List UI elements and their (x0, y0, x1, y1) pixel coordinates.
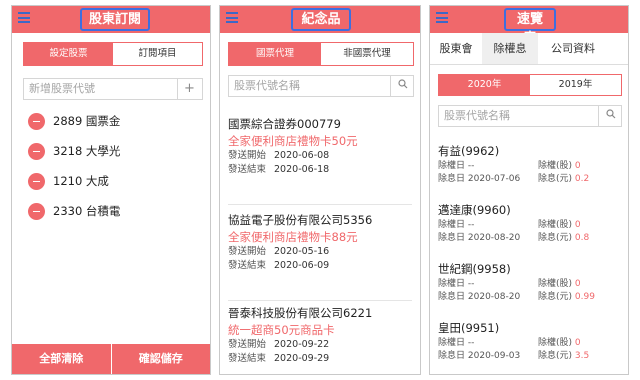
top-bar: 股東訂閱 (12, 6, 210, 33)
menu-icon[interactable] (436, 12, 448, 23)
tab-subscription-items[interactable]: 訂閱項目 (113, 43, 202, 65)
tab-year-2019[interactable]: 2019年 (530, 75, 621, 95)
ex-rights-row: 除權日 -- 除權(股) 0 (438, 161, 581, 171)
end-date: 發送結束 2020-06-18 (228, 164, 330, 175)
divider (228, 204, 412, 205)
souvenir-item[interactable]: 國票綜合證券000779 全家便利商店禮物卡50元 發送開始 2020-06-08… (228, 116, 412, 177)
tab-year-2020[interactable]: 2020年 (439, 75, 530, 95)
top-bar: 速覽表 (430, 6, 628, 46)
bottom-action-bar: 全部清除 確認儲存 (12, 344, 210, 374)
remove-stock-icon[interactable] (28, 142, 45, 160)
dividend-item[interactable]: 世紀鋼(9958) 除權日 -- 除權(股) 0 除息日 2020-08-20 除息… (438, 260, 620, 303)
ex-rights-row: 除權日 -- 除權(股) 0 (438, 338, 581, 348)
search-icon[interactable] (390, 76, 414, 96)
souvenir-prize: 統一超商50元商品卡 (228, 323, 335, 337)
overview-screen: 速覽表 股東會 除權息 公司資料 2020年 2019年 股票代號名稱 有益(9… (429, 5, 629, 375)
ex-rights-row: 除權日 -- 除權(股) 0 (438, 220, 581, 230)
souvenir-item[interactable]: 協益電子股份有限公司5356 全家便利商店禮物卡88元 發送開始 2020-05-… (228, 212, 412, 273)
tab-ex-dividend[interactable]: 除權息 (482, 33, 538, 64)
menu-icon[interactable] (226, 12, 238, 23)
add-stock-input[interactable]: 新增股票代號 (23, 78, 203, 100)
stock-label: 2889 國票金 (53, 114, 121, 128)
top-bar: 紀念品 (220, 6, 420, 33)
ex-dividend-row: 除息日 2020-09-03 除息(元) 3.5 (438, 350, 590, 361)
start-date: 發送開始 2020-06-08 (228, 150, 330, 161)
overview-tabs: 股東會 除權息 公司資料 (430, 33, 628, 65)
stock-item: 2330 台積電 (28, 201, 120, 221)
tab-non-agent[interactable]: 非國票代理 (321, 43, 413, 65)
search-icon[interactable] (598, 106, 622, 126)
tab-shareholder-meeting[interactable]: 股東會 (430, 33, 482, 64)
stock-name: 有益(9962) (438, 144, 500, 158)
tab-agent[interactable]: 國票代理 (229, 43, 321, 65)
company-name: 國票綜合證券000779 (228, 117, 341, 131)
company-name: 晉泰科技股份有限公司6221 (228, 306, 373, 320)
stock-item: 1210 大成 (28, 171, 109, 191)
ex-rights-row: 除權日 -- 除權(股) 0 (438, 279, 581, 289)
stock-name: 皇田(9951) (438, 321, 500, 335)
stock-name: 邁達康(9960) (438, 203, 511, 217)
stock-name: 世紀鋼(9958) (438, 262, 511, 276)
ex-dividend-row: 除息日 2020-07-06 除息(元) 0.2 (438, 173, 590, 184)
dividend-item[interactable]: 皇田(9951) 除權日 -- 除權(股) 0 除息日 2020-09-03 除息(… (438, 319, 620, 362)
company-name: 協益電子股份有限公司5356 (228, 213, 373, 227)
agent-tabs: 國票代理 非國票代理 (228, 42, 414, 66)
start-date: 發送開始 2020-09-22 (228, 339, 330, 350)
menu-icon[interactable] (18, 12, 30, 23)
confirm-save-button[interactable]: 確認儲存 (110, 344, 211, 374)
page-title: 股東訂閱 (80, 8, 150, 31)
souvenir-prize: 全家便利商店禮物卡50元 (228, 134, 358, 148)
end-date: 發送結束 2020-06-09 (228, 260, 330, 271)
dividend-item[interactable]: 邁達康(9960) 除權日 -- 除權(股) 0 除息日 2020-08-20 除息… (438, 201, 620, 244)
souvenir-item[interactable]: 晉泰科技股份有限公司6221 統一超商50元商品卡 發送開始 2020-09-22… (228, 305, 412, 366)
stock-label: 2330 台積電 (53, 204, 121, 218)
start-date: 發送開始 2020-05-16 (228, 246, 330, 257)
remove-stock-icon[interactable] (28, 202, 45, 220)
stock-item: 2889 國票金 (28, 111, 120, 131)
year-tabs: 2020年 2019年 (438, 74, 622, 96)
ex-dividend-row: 除息日 2020-08-20 除息(元) 0.99 (438, 291, 595, 302)
tab-company-info[interactable]: 公司資料 (538, 33, 608, 64)
clear-all-button[interactable]: 全部清除 (12, 344, 111, 374)
end-date: 發送結束 2020-09-29 (228, 353, 330, 364)
search-input[interactable]: 股票代號名稱 (438, 105, 622, 127)
ex-dividend-row: 除息日 2020-08-20 除息(元) 0.8 (438, 232, 590, 243)
stock-label: 1210 大成 (53, 174, 109, 188)
subscription-screen: 股東訂閱 設定股票 訂閱項目 新增股票代號 + 2889 國票金 3218 大學… (11, 5, 211, 375)
dividend-item[interactable]: 有益(9962) 除權日 -- 除權(股) 0 除息日 2020-07-06 除息(… (438, 142, 620, 185)
stock-label: 3218 大學光 (53, 144, 121, 158)
remove-stock-icon[interactable] (28, 112, 45, 130)
add-icon[interactable]: + (177, 79, 201, 99)
page-title: 速覽表 (504, 8, 556, 46)
souvenir-prize: 全家便利商店禮物卡88元 (228, 230, 358, 244)
souvenir-screen: 紀念品 國票代理 非國票代理 股票代號名稱 國票綜合證券000779 全家便利商… (219, 5, 421, 375)
divider (228, 300, 412, 301)
page-title: 紀念品 (291, 8, 351, 31)
subscription-tabs: 設定股票 訂閱項目 (23, 42, 203, 66)
stock-item: 3218 大學光 (28, 141, 120, 161)
search-input[interactable]: 股票代號名稱 (228, 75, 414, 97)
tab-set-stocks[interactable]: 設定股票 (24, 43, 113, 65)
remove-stock-icon[interactable] (28, 172, 45, 190)
